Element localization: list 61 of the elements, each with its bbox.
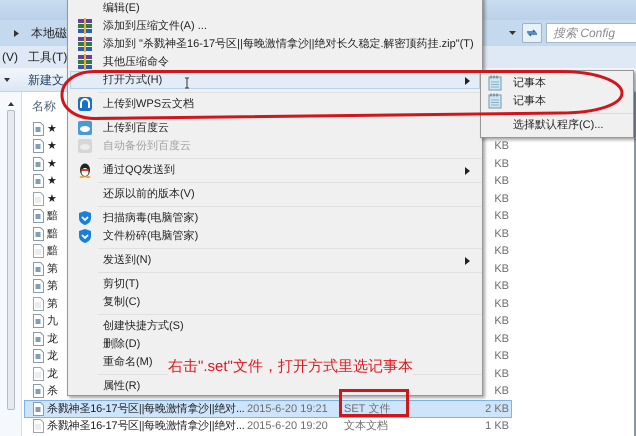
menu-item-label: 复制(C) xyxy=(103,294,140,310)
file-size: KB xyxy=(494,349,509,364)
file-name: 龙 xyxy=(47,332,58,346)
menu-item-label: 扫描病毒(电脑管家) xyxy=(103,210,198,226)
menu-item-label: 上传到WPS云文档 xyxy=(103,96,194,112)
menu-item-label: 发送到(N) xyxy=(103,252,152,268)
file-date: 2015-6-20 19:20 xyxy=(247,419,328,434)
menu-item-label: 上传到百度云 xyxy=(103,120,169,136)
file-name: 黯 xyxy=(47,226,58,242)
menu-item-label: 通过QQ发送到 xyxy=(103,162,176,178)
menu-item-label: 其他压缩命令 xyxy=(103,54,169,70)
file-name: 九 xyxy=(47,314,58,329)
file-size: 1 KB xyxy=(485,419,509,434)
file-size: KB xyxy=(494,226,509,242)
file-size: KB xyxy=(494,174,509,189)
menu-item-label: 创建快捷方式(S) xyxy=(103,318,184,334)
file-name: ★ xyxy=(47,192,57,206)
file-name: ★ xyxy=(47,122,57,136)
file-name: 黯 xyxy=(47,244,58,259)
menu-item-label: 删除(D) xyxy=(103,336,140,352)
file-name: ★ xyxy=(47,174,57,189)
file-size: KB xyxy=(494,279,509,294)
file-date: 2015-6-20 19:21 xyxy=(247,402,328,416)
file-name: ★ xyxy=(47,139,57,154)
menu-item-label: 属性(R) xyxy=(103,378,140,394)
menu-item-label: 编辑(E) xyxy=(103,0,140,16)
file-size: KB xyxy=(494,262,509,276)
file-type: 文本文档 xyxy=(344,418,388,434)
file-size: KB xyxy=(494,209,509,224)
file-size: KB xyxy=(494,192,509,206)
file-type: SET 文件 xyxy=(344,402,390,416)
menu-item-label: 重命名(M) xyxy=(103,354,152,370)
menu-item-label: 记事本 xyxy=(513,94,546,109)
file-name: 龙 xyxy=(47,366,58,382)
file-name: 第 xyxy=(47,279,58,294)
file-name: 第 xyxy=(47,296,58,312)
file-size: KB xyxy=(494,366,509,382)
file-name: 龙 xyxy=(47,349,58,364)
file-name: 第 xyxy=(47,262,58,276)
file-name: 杀戮神圣16-17号区||每晚激情拿沙||绝对... xyxy=(47,419,245,434)
menu-item-label: 文件粉碎(电脑管家) xyxy=(103,228,198,244)
file-size: KB xyxy=(494,314,509,329)
file-size: KB xyxy=(494,244,509,259)
file-name: 杀 xyxy=(47,384,58,399)
file-size: 2 KB xyxy=(485,402,509,416)
menu-item-label: 添加到 "杀戮神圣16-17号区||每晚激情拿沙||绝对长久稳定.解密顶药挂.zip"(T) xyxy=(103,36,474,52)
file-size: KB xyxy=(494,332,509,346)
menu-item-label: 选择默认程序(C)... xyxy=(513,118,604,133)
file-size: KB xyxy=(494,296,509,312)
menu-item-label: 自动备份到百度云 xyxy=(103,138,191,154)
file-name: 黯 xyxy=(47,208,58,224)
file-name: ★ xyxy=(47,156,57,172)
menu-item-label: 剪切(T) xyxy=(103,276,140,292)
file-size: KB xyxy=(494,156,509,172)
file-size: KB xyxy=(494,139,509,154)
file-size: KB xyxy=(494,384,509,399)
menu-item-label: 还原以前的版本(V) xyxy=(103,186,195,202)
menu-item-label: 打开方式(H) xyxy=(103,72,162,88)
menu-item-label: 记事本 xyxy=(513,76,546,91)
file-name: 杀戮神圣16-17号区||每晚激情拿沙||绝对... xyxy=(47,402,245,416)
menu-item-label: 添加到压缩文件(A) ... xyxy=(103,18,207,34)
